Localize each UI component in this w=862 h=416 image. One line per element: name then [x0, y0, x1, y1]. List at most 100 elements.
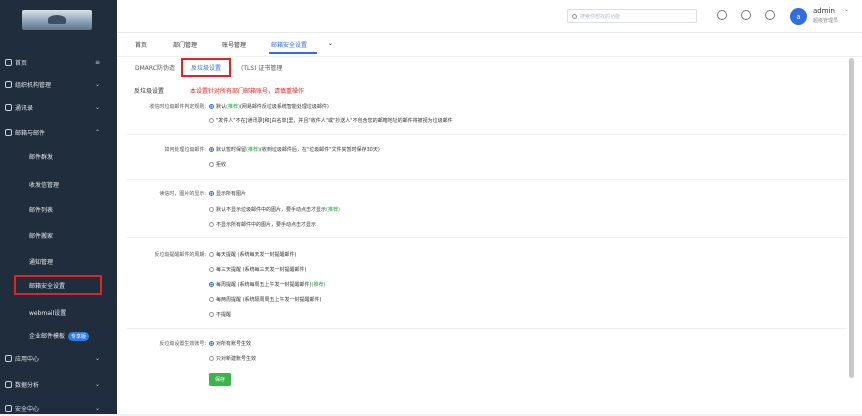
home-icon [5, 58, 12, 66]
company-logo [22, 10, 92, 30]
radio-icon[interactable] [209, 312, 214, 317]
tab-accounts[interactable]: 账号管理 [222, 40, 246, 49]
section-title: 反垃圾设置 [134, 88, 165, 95]
avatar[interactable]: a [790, 8, 807, 25]
reminder-option-biweekly[interactable]: 每两周提醒 (系统隔周周五上午发一封提醒邮件) [209, 296, 322, 303]
sidebar-subitem-label: 通知管理 [29, 258, 54, 266]
sidebar-item-label: 通讯录 [15, 104, 34, 112]
scope-option-new[interactable]: 只对新建账号生效 [209, 355, 256, 362]
tab-departments[interactable]: 部门管理 [173, 40, 197, 49]
radio-checked-icon[interactable] [209, 191, 214, 196]
collapse-icon[interactable]: ≡ [95, 59, 100, 66]
radio-icon[interactable] [209, 222, 214, 227]
radio-checked-icon[interactable] [209, 341, 214, 346]
chevron-up-icon: ⌃ [94, 128, 100, 136]
sidebar-subitem-label: 邮件群发 [29, 153, 54, 161]
sidebar-subitem-webmail[interactable]: webmail设置 [0, 304, 117, 320]
radio-icon[interactable] [209, 267, 214, 272]
sidebar-subitem-label: 邮件列表 [29, 206, 54, 214]
active-tab-indicator [269, 52, 317, 54]
chart-icon [5, 380, 12, 388]
handling-option-keep[interactable]: 默认暂时保留 (推荐) (收到垃圾邮件后，在"垃圾邮件"文件夹暂时保存30天) [209, 146, 380, 153]
reminder-option-weekly[interactable]: 每周提醒 (系统每周五上午发一封提醒邮件) (推荐) [209, 281, 325, 288]
apps-icon [5, 354, 12, 362]
main-content: 首页 部门管理 账号管理 邮箱安全设置 ⌄ DMARC防伪造 反垃圾设置 (TL… [117, 33, 862, 414]
radio-checked-icon[interactable] [209, 104, 214, 109]
divider [127, 179, 847, 180]
sidebar-item-label: 组织机构管理 [15, 81, 52, 89]
chevron-down-icon: ⌄ [94, 80, 100, 88]
images-option-hide-all[interactable]: 不显示所有邮件中的图片，要手动点击才显示 [209, 221, 316, 228]
radio-icon[interactable] [209, 207, 214, 212]
top-bar: 搜索你想找的功能 a admin 超级管理员 ⌄ [117, 0, 862, 33]
subtab-antispam[interactable]: 反垃圾设置 [181, 58, 232, 77]
reminder-option-daily[interactable]: 每天提醒 (系统每天发一封提醒邮件) [209, 251, 297, 258]
sidebar-subitem-security-settings[interactable]: 邮箱安全设置 [14, 275, 102, 295]
sidebar-item-mail[interactable]: 邮箱与邮件 ⌃ [0, 124, 117, 140]
chevron-down-icon: ⌄ [94, 103, 100, 111]
sidebar-item-label: 应用中心 [15, 355, 40, 363]
sidebar-item-label: 数据分析 [15, 381, 40, 389]
save-button[interactable]: 保存 [209, 373, 231, 386]
warning-text: 本设置针对所有部门邮箱账号，请慎重操作 [190, 88, 305, 95]
radio-icon[interactable] [209, 162, 214, 167]
handling-option-reject[interactable]: 拒收 [209, 161, 226, 168]
chevron-down-icon: ⌄ [94, 404, 100, 412]
rule-option-strict[interactable]: "发件人"不在[通讯录]和[白名单]里，并且"收件人"或"抄送人"不包含您的邮箱… [209, 117, 453, 124]
sidebar-subitem-send-receive[interactable]: 收发信管理 [0, 176, 117, 192]
page-tabs: 首页 部门管理 账号管理 邮箱安全设置 ⌄ [117, 33, 862, 57]
rule-option-default[interactable]: 默认 (推荐) (网易邮件反垃圾系统智能处理垃圾邮件) [209, 103, 329, 110]
sidebar-item-analytics[interactable]: 数据分析 ⌄ [0, 376, 117, 392]
sidebar-subitem-mail-list[interactable]: 邮件列表 [0, 201, 117, 217]
sidebar-item-label: 首页 [15, 59, 28, 67]
images-option-show-all[interactable]: 显示所有图片 [209, 190, 246, 197]
tab-security-settings[interactable]: 邮箱安全设置 [271, 40, 307, 49]
reminder-label: 反垃圾提醒邮件的周期: [154, 252, 206, 258]
scrollbar[interactable] [849, 58, 854, 378]
sidebar-subitem-notify[interactable]: 通知管理 [0, 253, 117, 269]
sidebar-subitem-template[interactable]: 企业邮件模板 专享版 [0, 328, 117, 344]
sidebar-subitem-label: webmail设置 [29, 309, 67, 317]
handling-label: 如何处理垃圾邮件: [164, 147, 206, 153]
tab-home[interactable]: 首页 [135, 40, 147, 49]
sidebar-item-home[interactable]: 首页 ≡ [0, 54, 117, 70]
sidebar-subitem-label: 企业邮件模板 专享版 [29, 331, 90, 341]
subtab-dmarc[interactable]: DMARC防伪造 [135, 63, 175, 72]
reminder-option-3days[interactable]: 每三天提醒 (系统每三天发一封提醒邮件) [209, 266, 307, 273]
chevron-down-icon: ⌄ [94, 354, 100, 362]
notification-icon[interactable] [717, 10, 727, 20]
chevron-down-icon[interactable]: ⌄ [844, 6, 849, 13]
radio-checked-icon[interactable] [209, 282, 214, 287]
subtab-tls[interactable]: (TLS) 证书管理 [241, 63, 282, 72]
sidebar-subitem-migration[interactable]: 邮件搬家 [0, 227, 117, 243]
sidebar-item-contacts[interactable]: 通讯录 ⌄ [0, 99, 117, 115]
reminder-option-none[interactable]: 不提醒 [209, 311, 231, 318]
radio-icon[interactable] [209, 297, 214, 302]
scope-option-all[interactable]: 对所有账号生效 [209, 340, 251, 347]
search-input[interactable]: 搜索你想找的功能 [567, 9, 697, 23]
help-icon[interactable] [741, 10, 751, 20]
chevron-down-icon: ⌄ [94, 380, 100, 388]
chevron-down-icon[interactable]: ⌄ [328, 40, 333, 47]
sidebar-item-label: 邮箱与邮件 [15, 129, 46, 137]
search-placeholder: 搜索你想找的功能 [580, 13, 621, 20]
sidebar-item-org[interactable]: 组织机构管理 ⌄ [0, 76, 117, 92]
sidebar: 首页 ≡ 组织机构管理 ⌄ 通讯录 ⌄ 邮箱与邮件 ⌃ 邮件群发 收发信管理 邮… [0, 0, 117, 414]
radio-checked-icon[interactable] [209, 147, 214, 152]
refresh-icon[interactable] [765, 10, 775, 20]
user-name[interactable]: admin [813, 7, 835, 15]
user-role: 超级管理员 [813, 18, 839, 24]
sidebar-subitem-mass-mail[interactable]: 邮件群发 [0, 148, 117, 164]
exclusive-badge: 专享版 [68, 332, 90, 341]
sidebar-item-apps[interactable]: 应用中心 ⌄ [0, 350, 117, 366]
radio-icon[interactable] [209, 252, 214, 257]
rule-label: 收信时垃圾邮件判定规则: [149, 104, 206, 110]
radio-icon[interactable] [209, 356, 214, 361]
images-label: 读信时，图片的显示: [159, 191, 206, 197]
radio-icon[interactable] [209, 118, 214, 123]
divider [127, 237, 847, 238]
images-option-hide-spam[interactable]: 默认不显示垃圾邮件中的图片，要手动点击才显示 (推荐) [209, 206, 340, 213]
sidebar-subitem-label: 邮箱安全设置 [29, 282, 66, 290]
contacts-icon [5, 103, 12, 111]
sidebar-subitem-label: 邮件搬家 [29, 232, 54, 240]
